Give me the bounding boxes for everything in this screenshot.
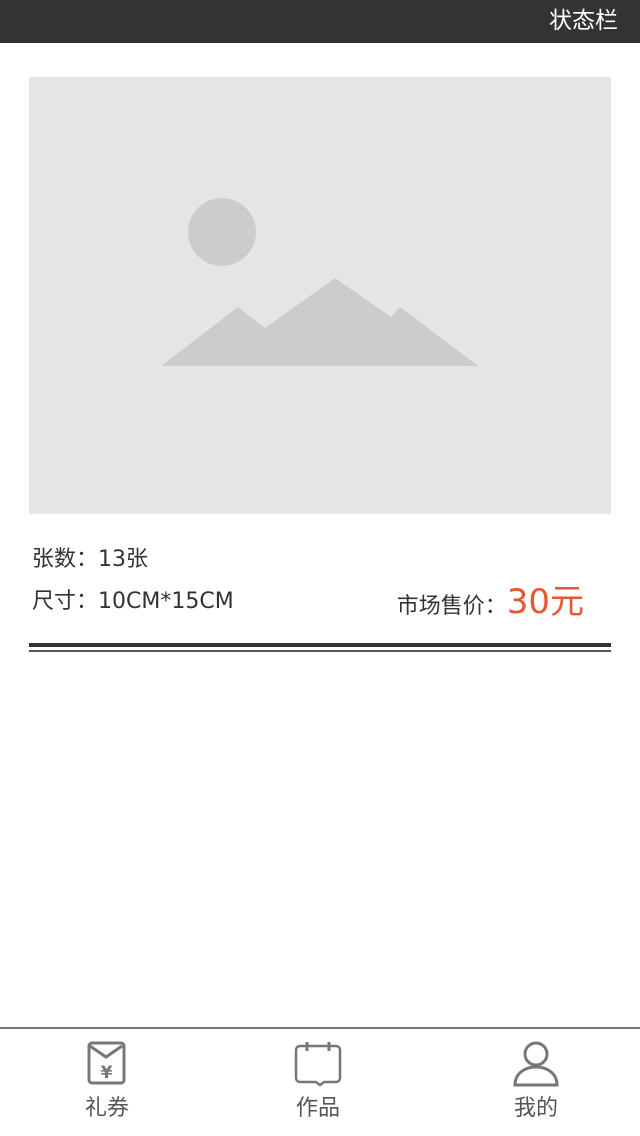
sheet-count: 张数：13张 — [32, 547, 148, 572]
market-price-label: 市场售价： — [396, 594, 507, 619]
tab-works-label: 作品 — [295, 1096, 340, 1121]
status-bar-label: 状态栏 — [549, 8, 618, 34]
tab-coupon[interactable]: ¥ 礼券 — [47, 1029, 167, 1136]
tab-coupon-label: 礼券 — [84, 1096, 129, 1121]
tab-works[interactable]: 作品 — [258, 1029, 378, 1136]
user-icon — [513, 1041, 559, 1087]
status-bar: 状态栏 — [0, 0, 640, 43]
market-price: 市场售价： 30元 — [397, 574, 584, 623]
bottom-tab-bar: ¥ 礼券 作品 我的 — [0, 1027, 640, 1136]
product-photo[interactable] — [29, 77, 611, 514]
coupon-icon: ¥ — [87, 1041, 126, 1085]
calendar-icon — [294, 1042, 342, 1087]
svg-text:¥: ¥ — [101, 1063, 113, 1083]
market-price-value: 30元 — [506, 582, 584, 622]
tab-mine-label: 我的 — [513, 1096, 558, 1121]
image-placeholder-icon — [161, 198, 478, 366]
section-divider — [29, 643, 611, 647]
tab-mine[interactable]: 我的 — [476, 1029, 596, 1136]
section-divider-secondary — [29, 650, 611, 652]
print-size: 尺寸：10CM*15CM — [32, 589, 234, 614]
